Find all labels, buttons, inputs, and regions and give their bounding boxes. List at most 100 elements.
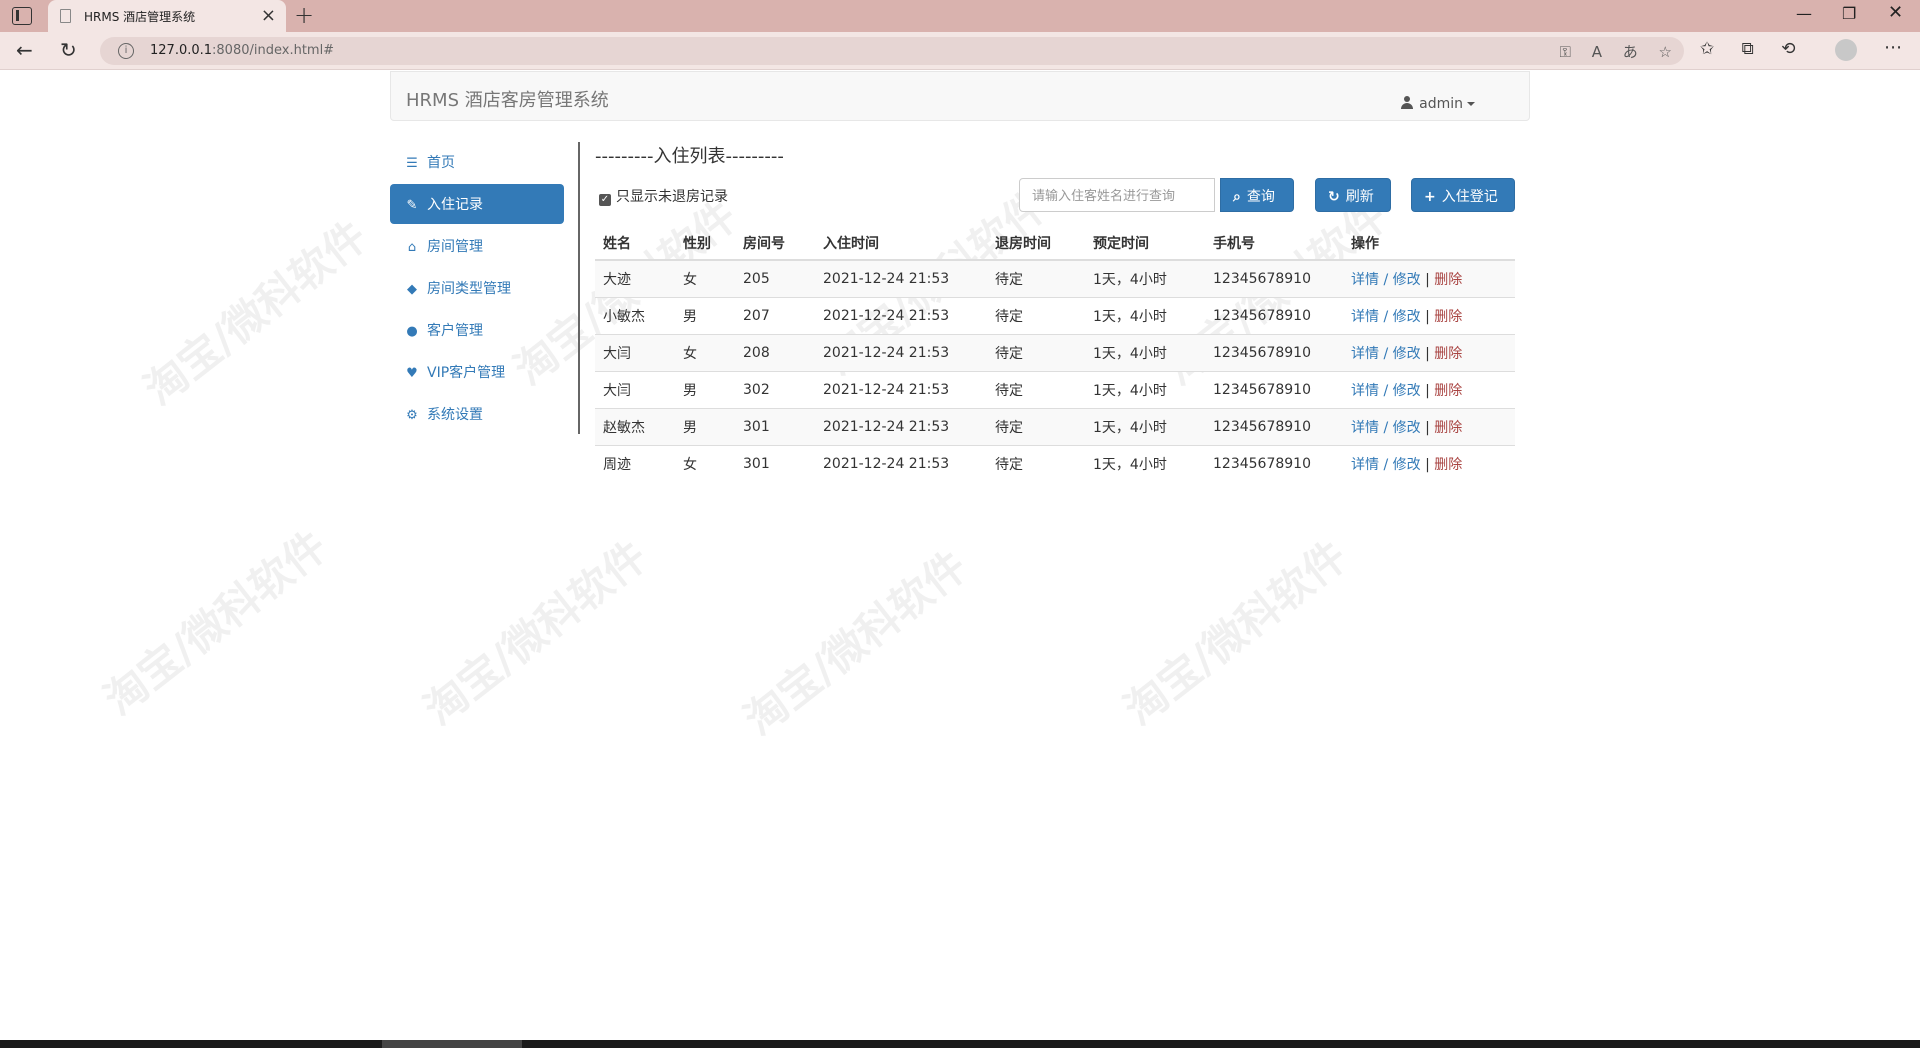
search-button[interactable]: ⌕ 查询 [1220,178,1294,212]
slash-separator: / [1383,457,1389,474]
back-icon[interactable]: ← [16,38,33,62]
delete-link[interactable]: 删除 [1434,420,1462,436]
cell-checkout: 待定 [987,408,1085,446]
close-tab-icon[interactable]: × [261,5,276,26]
favorites-icon[interactable]: ✩ [1700,39,1714,59]
new-tab-icon[interactable]: + [294,1,314,29]
heart-icon: ♥ [406,366,418,381]
cell-checkout: 待定 [987,297,1085,335]
close-window-icon[interactable]: ✕ [1888,2,1903,23]
delete-link[interactable]: 删除 [1434,309,1462,325]
taskbar-active-app[interactable] [382,1040,522,1048]
sidebar-item-rooms[interactable]: ⌂ 房间管理 [390,226,564,266]
delete-link[interactable]: 删除 [1434,346,1462,362]
translate-icon[interactable]: あ [1623,43,1638,61]
detail-link[interactable]: 详情 [1351,383,1379,399]
cell-reserve: 1天，4小时 [1085,371,1205,409]
search-icon: ⌕ [1233,189,1241,205]
watermark: 淘宝/微科软件 [1115,531,1356,735]
detail-link[interactable]: 详情 [1351,457,1379,473]
list-icon: ☰ [406,156,418,171]
col-actions: 操作 [1343,226,1515,261]
pencil-icon: ✎ [406,198,418,213]
col-checkout: 退房时间 [987,226,1085,261]
edit-link[interactable]: 修改 [1393,346,1421,362]
reload-icon[interactable]: ↻ [60,38,77,62]
read-aloud-icon[interactable]: A [1592,43,1602,61]
cell-phone: 12345678910 [1205,259,1343,298]
page-title: ---------入住列表--------- [595,146,784,167]
watermark: 淘宝/微科软件 [95,521,336,725]
delete-link[interactable]: 删除 [1434,383,1462,399]
sidebar-item-label: 首页 [427,155,455,171]
profile-avatar[interactable] [1835,39,1857,61]
detail-link[interactable]: 详情 [1351,420,1379,436]
cell-sex: 男 [675,297,735,335]
tab-actions-icon[interactable] [12,7,32,25]
col-reserve: 预定时间 [1085,226,1205,261]
key-icon[interactable]: ⚿ [1560,43,1571,61]
cell-reserve: 1天，4小时 [1085,259,1205,298]
watermark: 淘宝/微科软件 [415,531,656,735]
browser-tab[interactable]: HRMS 酒店管理系统 × [48,0,286,32]
caret-down-icon [1467,102,1475,106]
sidebar-item-vip[interactable]: ♥ VIP客户管理 [390,352,564,392]
sidebar-item-label: 房间类型管理 [427,281,511,297]
history-icon[interactable]: ⟲ [1781,39,1795,59]
detail-link[interactable]: 详情 [1351,309,1379,325]
home-icon: ⌂ [407,240,417,255]
cell-sex: 男 [675,371,735,409]
detail-link[interactable]: 详情 [1351,272,1379,288]
cell-actions: 详情 / 修改 | 删除 [1343,408,1515,446]
add-favorite-icon[interactable]: ☆ [1659,43,1672,61]
pipe-separator: | [1425,383,1430,399]
search-button-label: 查询 [1246,189,1275,205]
slash-separator: / [1383,420,1389,436]
edit-link[interactable]: 修改 [1393,272,1421,288]
cell-checkin: 2021-12-24 21:53 [815,259,987,298]
search-input[interactable]: 请输入住客姓名进行查询 [1019,178,1215,212]
more-icon[interactable]: ⋯ [1884,37,1902,58]
cell-name: 大闫 [595,334,675,372]
cell-actions: 详情 / 修改 | 删除 [1343,297,1515,335]
cell-room: 207 [735,297,815,335]
user-menu[interactable]: admin [1401,96,1475,112]
checkbox-checked-icon[interactable]: ✓ [599,194,611,206]
edit-link[interactable]: 修改 [1393,309,1421,325]
edit-link[interactable]: 修改 [1393,420,1421,436]
checkin-register-button[interactable]: + 入住登记 [1411,178,1515,212]
cell-phone: 12345678910 [1205,334,1343,372]
delete-link[interactable]: 删除 [1434,457,1462,473]
tab-title: HRMS 酒店管理系统 [84,10,196,24]
delete-link[interactable]: 删除 [1434,272,1462,288]
refresh-button[interactable]: ↻ 刷新 [1315,178,1391,212]
sidebar-item-checkin-records[interactable]: ✎ 入住记录 [390,184,564,224]
restore-icon[interactable]: ❐ [1842,4,1856,23]
table-row: 大迹 女 205 2021-12-24 21:53 待定 1天，4小时 1234… [595,259,1515,298]
sidebar-item-room-types[interactable]: ◆ 房间类型管理 [390,268,564,308]
sidebar-item-home[interactable]: ☰ 首页 [390,142,564,182]
table-row: 大闫 女 208 2021-12-24 21:53 待定 1天，4小时 1234… [595,334,1515,372]
edit-link[interactable]: 修改 [1393,383,1421,399]
cell-name: 赵敏杰 [595,408,675,446]
detail-link[interactable]: 详情 [1351,346,1379,362]
collections-icon[interactable]: ⧉ [1742,39,1754,59]
checkbox-label: 只显示未退房记录 [616,189,728,205]
brand[interactable]: HRMS 酒店客房管理系统 [406,86,609,112]
edit-link[interactable]: 修改 [1393,457,1421,473]
col-room: 房间号 [735,226,815,261]
address-bar[interactable]: i 127.0.0.1:8080/index.html# ⚿ A あ ☆ [100,37,1684,65]
table-row: 小敏杰 男 207 2021-12-24 21:53 待定 1天，4小时 123… [595,297,1515,335]
sidebar-item-customers[interactable]: ● 客户管理 [390,310,564,350]
info-icon[interactable]: i [118,43,134,59]
filter-bar: ✓ 只显示未退房记录 请输入住客姓名进行查询 ⌕ 查询 ↻ 刷新 + 入住登记 [595,166,1515,218]
unchecked-out-filter[interactable]: ✓ 只显示未退房记录 [599,186,728,206]
sidebar-item-settings[interactable]: ⚙ 系统设置 [390,394,564,434]
tags-icon: ◆ [407,282,417,297]
table-row: 赵敏杰 男 301 2021-12-24 21:53 待定 1天，4小时 123… [595,408,1515,446]
cell-phone: 12345678910 [1205,371,1343,409]
minimize-icon[interactable]: — [1796,4,1812,23]
cell-actions: 详情 / 修改 | 删除 [1343,371,1515,409]
app-navbar: HRMS 酒店客房管理系统 admin [390,71,1530,121]
watermark: 淘宝/微科软件 [135,211,376,415]
